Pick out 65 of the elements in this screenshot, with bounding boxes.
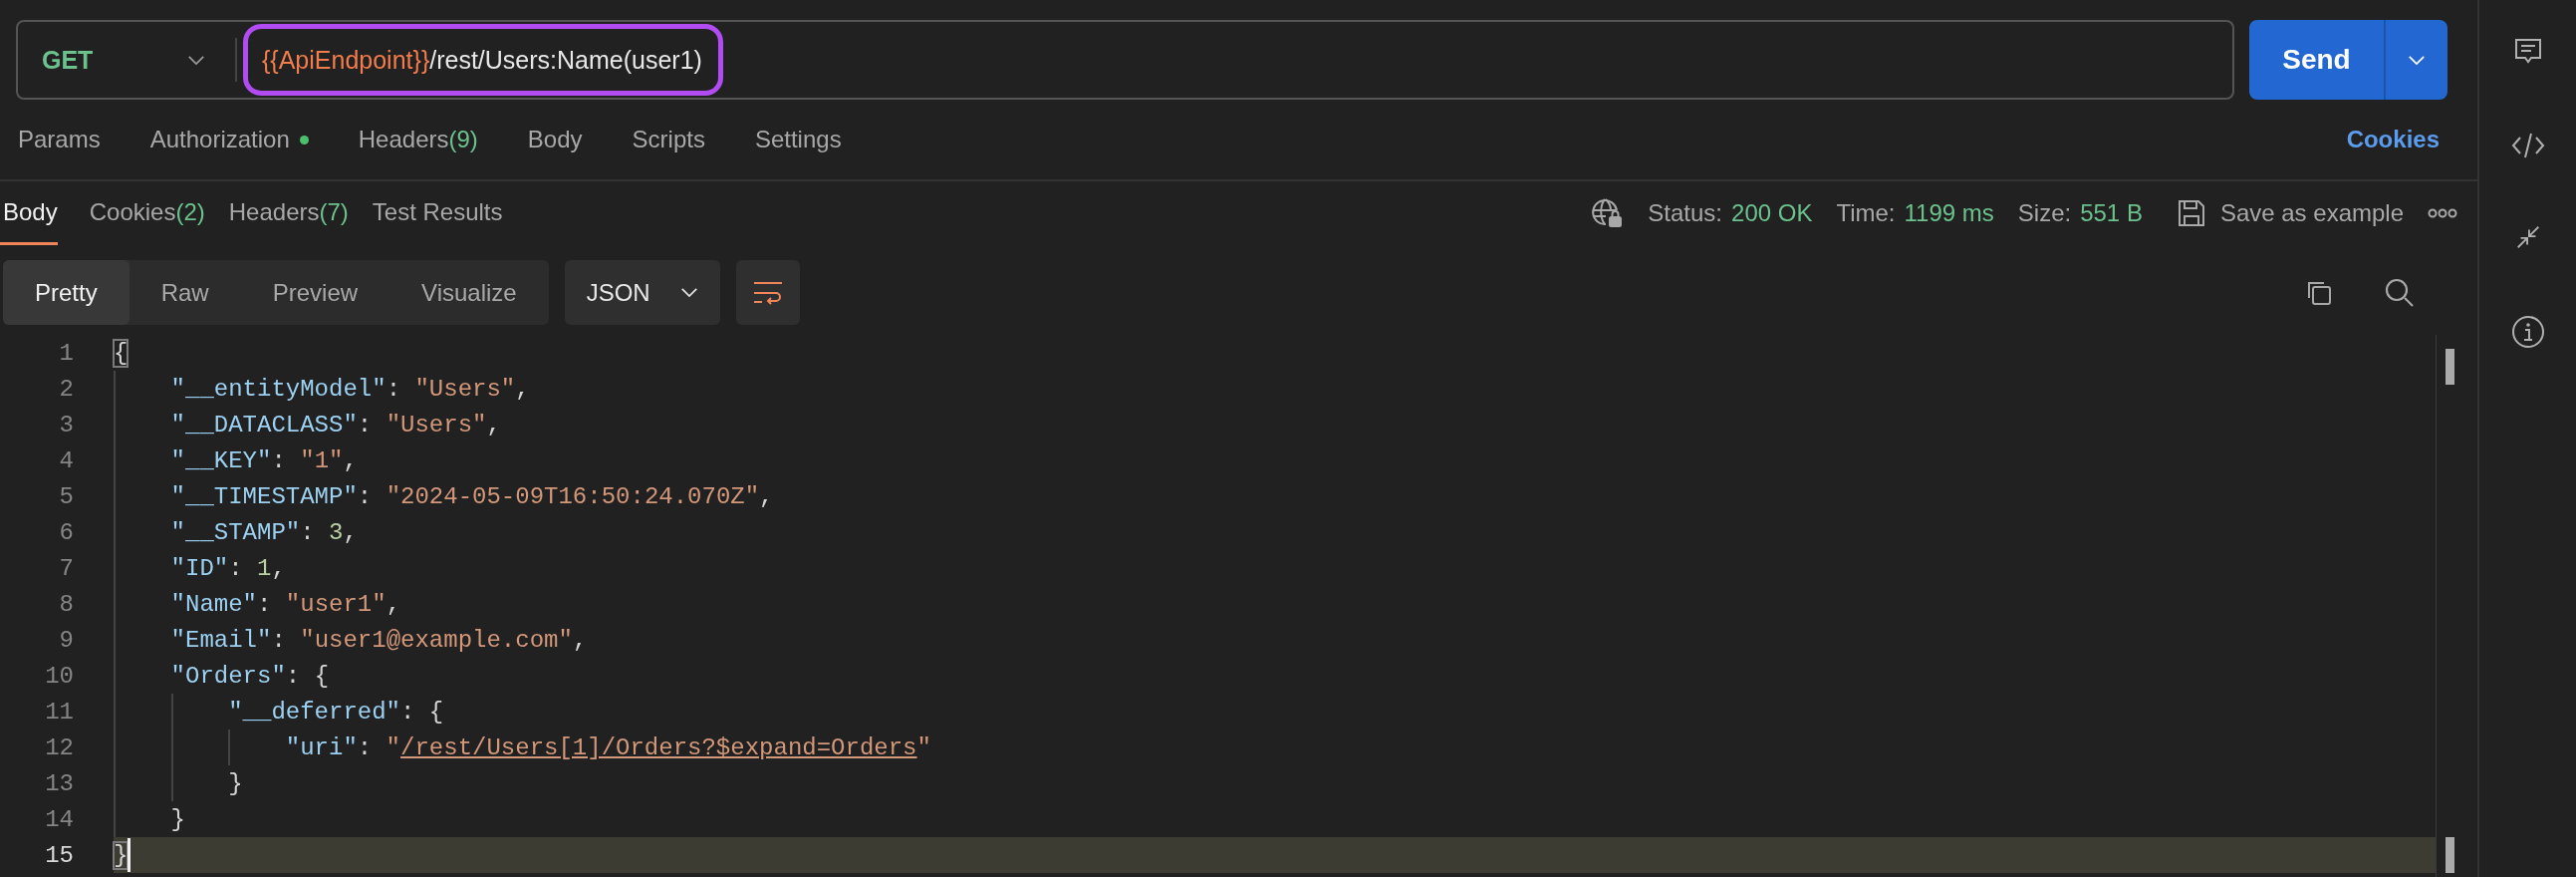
search-icon[interactable]	[2384, 276, 2416, 309]
response-tab[interactable]: Headers(7)	[216, 181, 361, 245]
globe-lock-icon[interactable]	[1590, 196, 1625, 230]
save-as-example-button[interactable]: Save as example	[2176, 198, 2404, 228]
send-button[interactable]: Send	[2249, 20, 2384, 100]
code-line: "__STAMP": 3,	[114, 514, 2436, 550]
code-line: "__DATACLASS": "Users",	[114, 407, 2436, 442]
line-number: 15	[44, 841, 75, 869]
meta-value: 551 B	[2080, 199, 2143, 227]
line-number: 12	[44, 733, 75, 761]
meta-value: 1199 ms	[1904, 199, 1994, 227]
info-icon[interactable]	[2510, 315, 2545, 349]
line-number: 8	[58, 590, 75, 618]
line-number: 7	[58, 554, 75, 582]
line-number: 9	[58, 626, 75, 654]
view-mode-option[interactable]: Pretty	[3, 260, 129, 325]
meta-value: 200 OK	[1731, 199, 1813, 227]
view-mode-option[interactable]: Raw	[129, 260, 241, 325]
chevron-down-icon	[679, 287, 698, 298]
code-line: "uri": "/rest/Users[1]/Orders?$expand=Orders"	[114, 730, 2436, 765]
line-number: 3	[58, 411, 75, 438]
method-dropdown[interactable]: GET	[18, 30, 217, 90]
code-line: "ID": 1,	[114, 550, 2436, 586]
more-options-icon[interactable]	[2428, 208, 2457, 218]
code-line: "__KEY": "1",	[114, 442, 2436, 478]
code-line: "Orders": {	[114, 658, 2436, 694]
wrap-lines-button[interactable]	[735, 260, 800, 325]
code-icon[interactable]	[2510, 132, 2545, 159]
url-input-field[interactable]: {{ApiEndpoint}}/rest/Users:Name(user1)	[243, 24, 723, 96]
view-mode-option[interactable]: Preview	[240, 260, 390, 325]
response-tab[interactable]: Cookies(2)	[77, 181, 217, 245]
request-tab[interactable]: Authorization	[131, 116, 327, 163]
code-line: "Email": "user1@example.com",	[114, 622, 2436, 658]
chevron-down-icon	[187, 54, 205, 66]
line-number: 14	[44, 805, 75, 833]
code-line: "Name": "user1",	[114, 586, 2436, 622]
meta-label: Size:	[2017, 199, 2072, 227]
code-line: "__TIMESTAMP": "2024-05-09T16:50:24.070Z",	[114, 478, 2436, 514]
line-number: 1	[58, 339, 75, 367]
meta-label: Time:	[1836, 199, 1896, 227]
code-line: "__deferred": {	[114, 694, 2436, 730]
line-number: 5	[58, 482, 75, 510]
line-number: 10	[44, 662, 75, 690]
line-number: 6	[58, 518, 75, 546]
line-number: 11	[44, 698, 75, 726]
cookies-link[interactable]: Cookies	[2346, 126, 2440, 153]
view-mode-option[interactable]: Visualize	[389, 260, 549, 325]
request-tab[interactable]: Params	[0, 116, 119, 163]
request-tab[interactable]: Body	[509, 116, 601, 163]
response-tab[interactable]: Body	[0, 181, 58, 245]
wrap-lines-icon	[751, 279, 784, 306]
meta-label: Status:	[1648, 199, 1723, 227]
response-tab[interactable]: Test Results	[360, 181, 515, 245]
line-number: 13	[44, 769, 75, 797]
chevron-down-icon	[2408, 54, 2426, 66]
code-line: {	[114, 338, 129, 369]
code-line: "__entityModel": "Users",	[114, 371, 2436, 407]
line-number: 2	[58, 375, 75, 403]
format-dropdown[interactable]: JSON	[564, 260, 720, 325]
line-number: 4	[58, 446, 75, 474]
request-tab[interactable]: Headers(9)	[340, 116, 496, 163]
request-tab[interactable]: Scripts	[614, 116, 723, 163]
url-link[interactable]: /rest/Users[1]/Orders?$expand=Orders	[400, 733, 917, 761]
request-tab[interactable]: Settings	[736, 116, 860, 163]
code-line: }	[114, 765, 2436, 801]
